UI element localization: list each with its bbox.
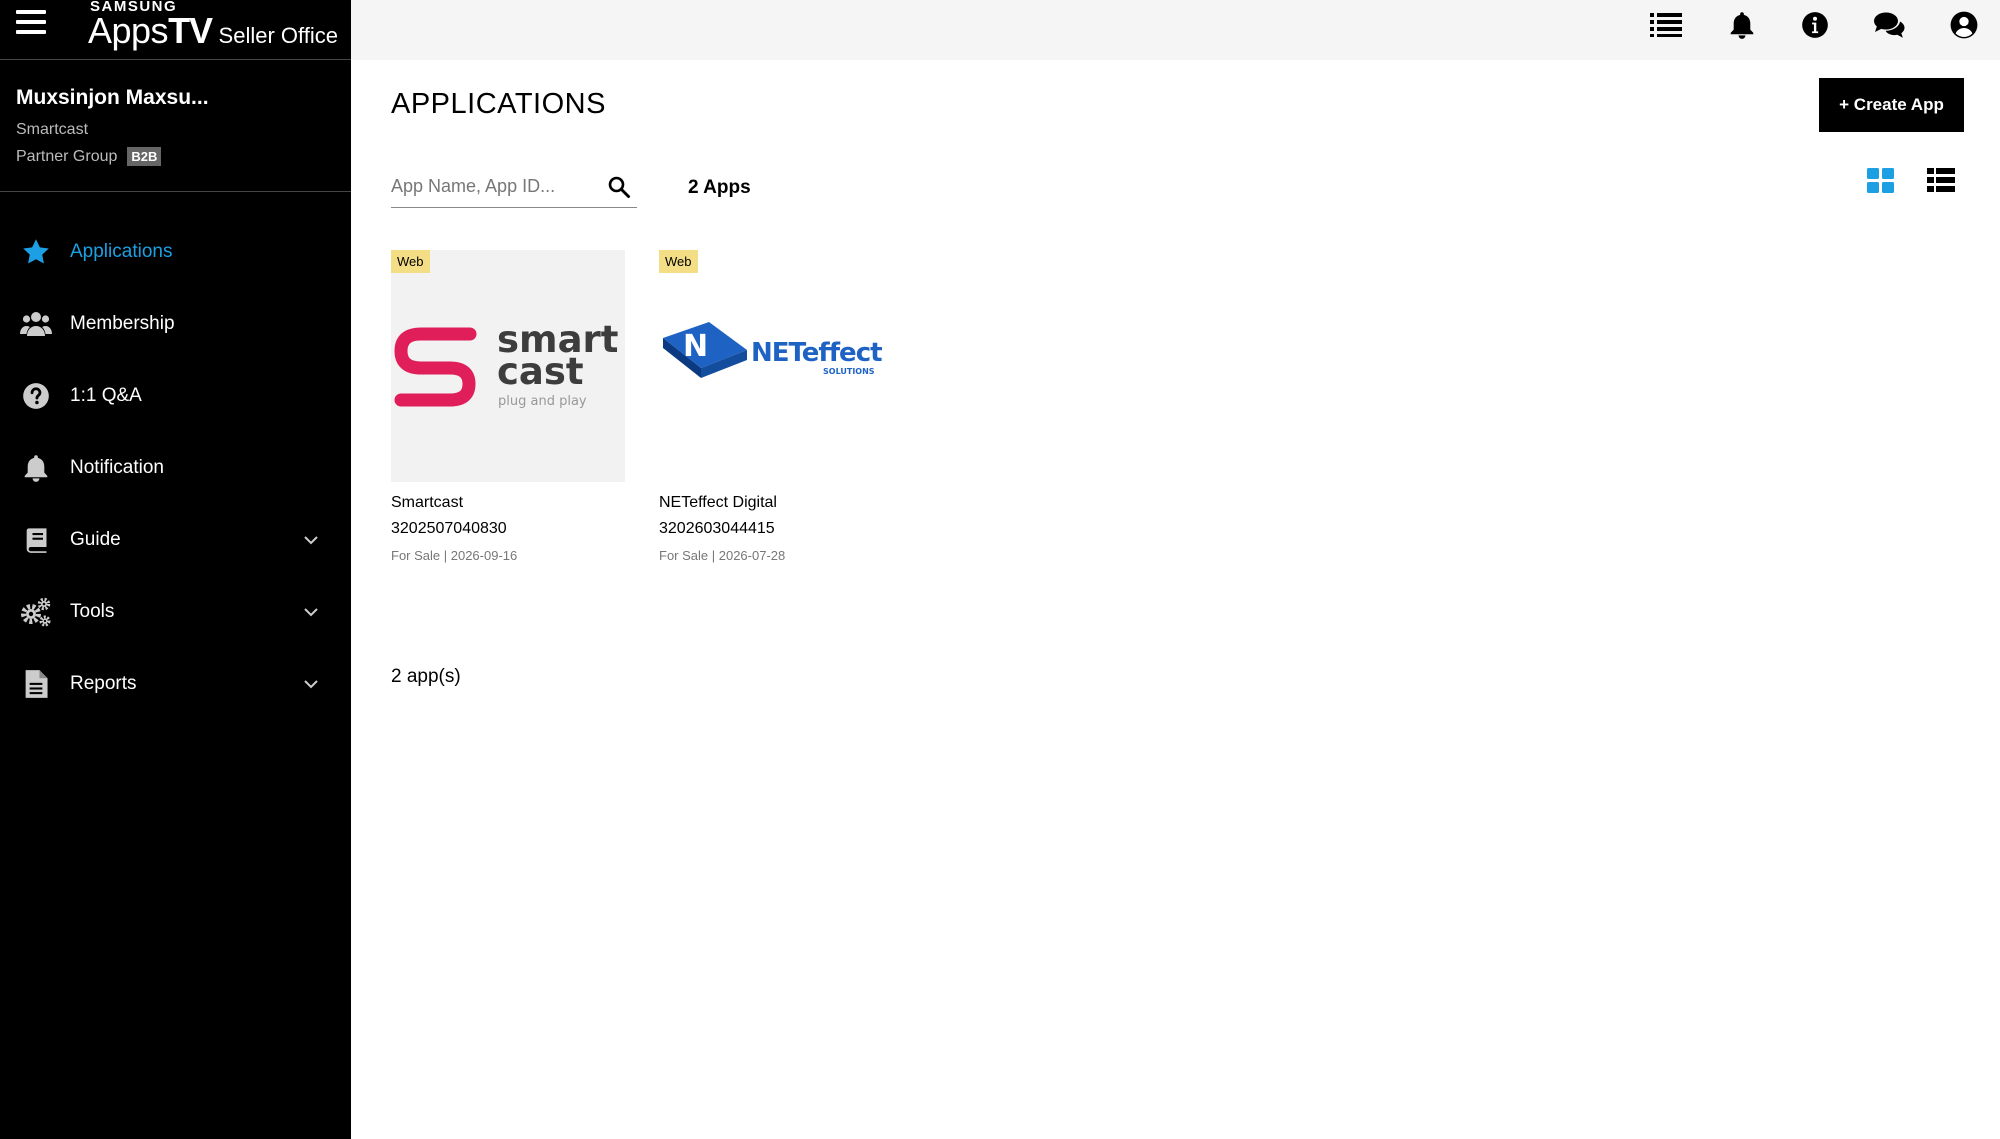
page-title: APPLICATIONS xyxy=(391,88,606,120)
app-status: For Sale | 2026-07-28 xyxy=(659,548,786,563)
account-icon[interactable] xyxy=(1947,8,1981,42)
sidebar-item-tools[interactable]: Tools xyxy=(0,576,351,648)
top-bar xyxy=(351,0,2000,60)
sidebar-item-label: Guide xyxy=(70,529,121,550)
sidebar-item-guide[interactable]: Guide xyxy=(0,504,351,576)
logo-text-neteffect: NETeffect xyxy=(751,338,882,368)
b2b-badge: B2B xyxy=(127,147,162,166)
chevron-down-icon[interactable] xyxy=(303,676,319,692)
app-name[interactable]: Smartcast xyxy=(391,494,625,512)
user-group-label: Partner Group xyxy=(16,147,118,165)
star-icon xyxy=(20,236,52,268)
logo-tagline: plug and play xyxy=(498,394,587,409)
apps-count: 2 Apps xyxy=(688,177,751,198)
sidebar-item-label: Notification xyxy=(70,457,164,478)
logo-tv-text: TV xyxy=(168,10,213,51)
app-thumbnail[interactable]: smart cast plug and play Web xyxy=(391,250,625,482)
platform-badge: Web xyxy=(659,250,698,273)
sidebar-item-reports[interactable]: Reports xyxy=(0,648,351,720)
smartcast-logo: smart cast plug and play xyxy=(394,318,618,409)
document-icon xyxy=(20,668,52,700)
main-content: APPLICATIONS + Create App 2 Apps smart c… xyxy=(351,60,2000,1139)
app-status: For Sale | 2026-09-16 xyxy=(391,548,518,563)
apps-total-count: 2 app(s) xyxy=(391,666,461,687)
search-icon[interactable] xyxy=(607,175,631,199)
sidebar-item-label: Membership xyxy=(70,313,175,334)
sidebar-item-label: Reports xyxy=(70,673,137,694)
sidebar-item-membership[interactable]: Membership xyxy=(0,288,351,360)
create-app-button[interactable]: + Create App xyxy=(1819,78,1964,132)
logo-text-solutions: SOLUTIONS xyxy=(823,367,875,376)
logo-apps-text: Apps xyxy=(88,10,169,51)
app-card-neteffect[interactable]: N NETeffect SOLUTIONS Web NETeffect Digi… xyxy=(659,250,893,563)
chevron-down-icon[interactable] xyxy=(303,532,319,548)
search-input[interactable] xyxy=(391,166,601,206)
bell-icon[interactable] xyxy=(1725,8,1759,42)
logo-n-glyph: N xyxy=(683,329,708,364)
user-name: Muxsinjon Maxsu... xyxy=(16,86,209,109)
gears-icon xyxy=(20,596,52,628)
chevron-down-icon[interactable] xyxy=(303,604,319,620)
app-name[interactable]: NETeffect Digital xyxy=(659,494,893,512)
list-view-icon[interactable] xyxy=(1925,164,1957,196)
sidebar-item-notification[interactable]: Notification xyxy=(0,432,351,504)
sidebar-nav: Applications Membership 1:1 Q&A Notifica… xyxy=(0,192,351,720)
sidebar-item-label: Applications xyxy=(70,241,173,262)
apps-tv-logo[interactable]: SAMSUNG AppsTV Seller Office xyxy=(88,0,338,56)
bell-icon xyxy=(20,452,52,484)
user-panel: Muxsinjon Maxsu... Smartcast Partner Gro… xyxy=(0,60,351,192)
users-icon xyxy=(20,308,52,340)
sidebar-header: SAMSUNG AppsTV Seller Office xyxy=(0,0,351,60)
question-circle-icon xyxy=(20,380,52,412)
app-id: 3202507040830 xyxy=(391,520,507,537)
grid-view-icon[interactable] xyxy=(1865,164,1897,196)
app-thumbnail[interactable]: N NETeffect SOLUTIONS Web xyxy=(659,250,893,482)
neteffect-logo: N NETeffect SOLUTIONS xyxy=(663,322,883,378)
chat-icon[interactable] xyxy=(1872,8,1906,42)
hamburger-menu-icon[interactable] xyxy=(16,10,46,36)
user-group: Partner Group B2B xyxy=(16,147,335,166)
app-card-smartcast[interactable]: smart cast plug and play Web Smartcast 3… xyxy=(391,250,625,563)
sidebar-item-qa[interactable]: 1:1 Q&A xyxy=(0,360,351,432)
book-icon xyxy=(20,524,52,556)
sidebar: SAMSUNG AppsTV Seller Office Muxsinjon M… xyxy=(0,0,351,1139)
app-id: 3202603044415 xyxy=(659,520,775,537)
logo-text-cast: cast xyxy=(497,350,584,393)
user-organization: Smartcast xyxy=(16,121,89,138)
search-box xyxy=(391,166,637,208)
sidebar-item-applications[interactable]: Applications xyxy=(0,216,351,288)
sidebar-item-label: 1:1 Q&A xyxy=(70,385,142,406)
logo-seller-office-text: Seller Office xyxy=(218,23,338,48)
list-icon[interactable] xyxy=(1649,8,1683,42)
platform-badge: Web xyxy=(391,250,430,273)
sidebar-item-label: Tools xyxy=(70,601,115,622)
info-icon[interactable] xyxy=(1798,8,1832,42)
